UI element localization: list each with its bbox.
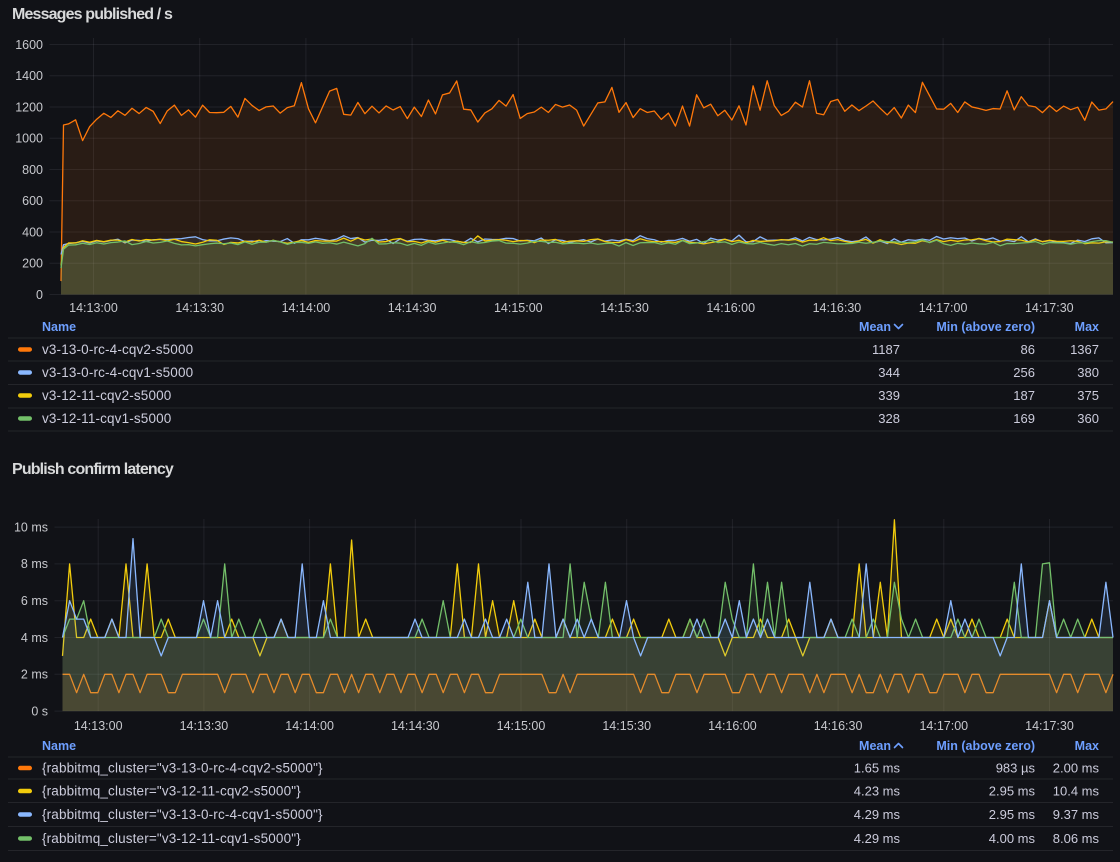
svg-text:4.23 ms: 4.23 ms: [854, 784, 901, 799]
svg-text:14:17:00: 14:17:00: [919, 301, 968, 315]
svg-text:400: 400: [22, 225, 43, 239]
svg-text:Mean: Mean: [859, 320, 891, 334]
svg-text:328: 328: [878, 411, 900, 426]
svg-text:14:15:30: 14:15:30: [602, 719, 651, 733]
svg-text:4.00 ms: 4.00 ms: [989, 831, 1036, 846]
svg-text:375: 375: [1077, 388, 1099, 403]
svg-text:Min (above zero): Min (above zero): [936, 739, 1035, 753]
svg-text:200: 200: [22, 257, 43, 271]
svg-text:10.4 ms: 10.4 ms: [1053, 784, 1100, 799]
svg-text:360: 360: [1077, 411, 1099, 426]
svg-text:v3-13-0-rc-4-cqv1-s5000: v3-13-0-rc-4-cqv1-s5000: [42, 365, 193, 380]
svg-text:14:16:00: 14:16:00: [708, 719, 757, 733]
svg-text:2.95 ms: 2.95 ms: [989, 807, 1036, 822]
svg-text:14:15:30: 14:15:30: [600, 301, 649, 315]
svg-text:14:13:30: 14:13:30: [175, 301, 224, 315]
svg-text:4 ms: 4 ms: [21, 631, 48, 645]
svg-text:Max: Max: [1075, 320, 1099, 334]
svg-text:14:14:30: 14:14:30: [391, 719, 440, 733]
svg-text:800: 800: [22, 163, 43, 177]
svg-text:380: 380: [1077, 365, 1099, 380]
svg-text:Messages published / s: Messages published / s: [12, 6, 173, 23]
svg-text:Name: Name: [42, 320, 76, 334]
svg-text:8.06 ms: 8.06 ms: [1053, 831, 1100, 846]
svg-text:14:14:00: 14:14:00: [285, 719, 334, 733]
svg-text:14:16:30: 14:16:30: [814, 719, 863, 733]
svg-text:{rabbitmq_cluster="v3-12-11-cq: {rabbitmq_cluster="v3-12-11-cqv1-s5000"}: [42, 831, 301, 846]
svg-text:v3-13-0-rc-4-cqv2-s5000: v3-13-0-rc-4-cqv2-s5000: [42, 342, 193, 357]
svg-text:Name: Name: [42, 739, 76, 753]
svg-text:2.00 ms: 2.00 ms: [1053, 761, 1100, 776]
svg-text:14:13:30: 14:13:30: [180, 719, 229, 733]
svg-text:v3-12-11-cqv1-s5000: v3-12-11-cqv1-s5000: [42, 411, 171, 426]
svg-text:169: 169: [1013, 411, 1035, 426]
svg-text:9.37 ms: 9.37 ms: [1053, 807, 1100, 822]
svg-text:14:13:00: 14:13:00: [74, 719, 123, 733]
svg-text:8 ms: 8 ms: [21, 557, 48, 571]
svg-text:1187: 1187: [872, 342, 900, 357]
svg-text:14:15:00: 14:15:00: [494, 301, 543, 315]
svg-text:Mean: Mean: [859, 739, 891, 753]
svg-text:14:17:30: 14:17:30: [1025, 301, 1074, 315]
svg-text:{rabbitmq_cluster="v3-13-0-rc-: {rabbitmq_cluster="v3-13-0-rc-4-cqv2-s50…: [42, 761, 323, 776]
svg-text:10 ms: 10 ms: [14, 520, 48, 534]
svg-text:14:13:00: 14:13:00: [69, 301, 118, 315]
svg-text:600: 600: [22, 194, 43, 208]
svg-text:2.95 ms: 2.95 ms: [989, 784, 1036, 799]
svg-text:14:17:00: 14:17:00: [919, 719, 968, 733]
svg-text:2 ms: 2 ms: [21, 668, 48, 682]
svg-text:{rabbitmq_cluster="v3-13-0-rc-: {rabbitmq_cluster="v3-13-0-rc-4-cqv1-s50…: [42, 807, 323, 822]
svg-text:14:14:30: 14:14:30: [388, 301, 437, 315]
svg-text:86: 86: [1021, 342, 1035, 357]
svg-text:Max: Max: [1075, 739, 1099, 753]
svg-text:339: 339: [878, 388, 900, 403]
svg-text:4.29 ms: 4.29 ms: [854, 807, 901, 822]
svg-text:1600: 1600: [15, 38, 43, 52]
svg-text:1367: 1367: [1070, 342, 1099, 357]
svg-text:1200: 1200: [15, 100, 43, 114]
svg-text:{rabbitmq_cluster="v3-12-11-cq: {rabbitmq_cluster="v3-12-11-cqv2-s5000"}: [42, 784, 301, 799]
svg-text:4.29 ms: 4.29 ms: [854, 831, 901, 846]
svg-text:1400: 1400: [15, 69, 43, 83]
svg-text:v3-12-11-cqv2-s5000: v3-12-11-cqv2-s5000: [42, 388, 171, 403]
svg-text:344: 344: [878, 365, 900, 380]
svg-text:1000: 1000: [15, 132, 43, 146]
svg-text:14:16:30: 14:16:30: [813, 301, 862, 315]
svg-text:1.65 ms: 1.65 ms: [854, 761, 901, 776]
svg-text:Min (above zero): Min (above zero): [936, 320, 1035, 334]
svg-text:983 µs: 983 µs: [996, 761, 1036, 776]
svg-text:14:14:00: 14:14:00: [282, 301, 331, 315]
svg-text:0 s: 0 s: [31, 704, 48, 718]
svg-text:Publish confirm latency: Publish confirm latency: [12, 461, 174, 478]
svg-text:14:15:00: 14:15:00: [497, 719, 546, 733]
svg-text:14:17:30: 14:17:30: [1025, 719, 1074, 733]
svg-text:256: 256: [1013, 365, 1035, 380]
svg-text:0: 0: [36, 288, 43, 302]
svg-text:187: 187: [1013, 388, 1035, 403]
svg-text:14:16:00: 14:16:00: [706, 301, 755, 315]
svg-text:6 ms: 6 ms: [21, 594, 48, 608]
